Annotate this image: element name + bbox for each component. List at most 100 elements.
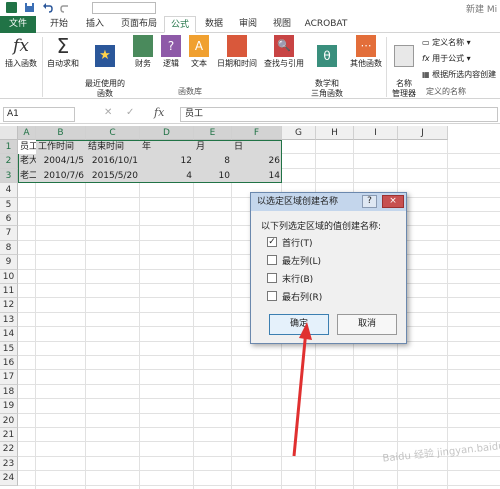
date-time-button[interactable]: 日期和时间 [214, 35, 260, 69]
checkbox-left-column-label[interactable]: 最左列(L) [282, 254, 321, 267]
insert-function-button[interactable]: fx 插入函数 [2, 35, 40, 69]
cancel-icon[interactable]: ✕ [104, 107, 112, 118]
checkbox-right-column[interactable] [267, 291, 277, 301]
row-header-5[interactable]: 5 [0, 197, 18, 212]
cell-e3[interactable]: 10 [194, 169, 232, 183]
name-manager-button[interactable]: 名称 管理器 [388, 35, 420, 99]
checkbox-right-column-label[interactable]: 最右列(R) [282, 290, 322, 303]
row-header-16[interactable]: 16 [0, 356, 18, 371]
row-header-17[interactable]: 17 [0, 370, 18, 385]
cell-d2[interactable]: 12 [140, 154, 194, 168]
row-header-20[interactable]: 20 [0, 413, 18, 428]
name-box[interactable]: A1 [3, 107, 75, 122]
tab-insert[interactable]: 插入 [80, 16, 110, 33]
insert-function-icon[interactable]: fx [154, 106, 164, 119]
autosum-button[interactable]: Σ 自动求和 [44, 35, 82, 69]
checkbox-left-column[interactable] [267, 255, 277, 265]
tab-data[interactable]: 数据 [198, 16, 230, 33]
column-header-a[interactable]: A [18, 126, 36, 140]
row-header-10[interactable]: 10 [0, 269, 18, 284]
row-gridline [18, 383, 500, 385]
cell-f3[interactable]: 14 [232, 169, 282, 183]
recent-functions-button[interactable]: ★ 最近使用的 函数 [82, 35, 128, 99]
select-all-corner[interactable] [0, 126, 18, 140]
logical-button[interactable]: ? 逻辑 [158, 35, 184, 69]
row-header-1[interactable]: 1 [0, 140, 18, 155]
close-button[interactable]: × [382, 195, 404, 208]
checkbox-top-row[interactable]: ✓ [267, 237, 277, 247]
cell-a1[interactable]: 员工 [18, 140, 36, 154]
tab-review[interactable]: 审阅 [232, 16, 264, 33]
divider [42, 37, 43, 97]
row-header-9[interactable]: 9 [0, 255, 18, 270]
create-names-dialog: 以选定区域创建名称 ? × 以下列选定区域的值创建名称: ✓ 首行(T) 最左列… [250, 192, 407, 344]
undo-icon[interactable] [42, 2, 53, 13]
cell-d1[interactable]: 年 [140, 140, 194, 154]
row-header-18[interactable]: 18 [0, 384, 18, 400]
enter-icon[interactable]: ✓ [126, 107, 134, 118]
row-header-14[interactable]: 14 [0, 327, 18, 342]
column-header-j[interactable]: J [398, 126, 448, 140]
tab-home[interactable]: 开始 [40, 16, 78, 33]
financial-button[interactable]: 财务 [130, 35, 156, 69]
row-header-8[interactable]: 8 [0, 240, 18, 256]
column-header-g[interactable]: G [282, 126, 316, 140]
font-box[interactable] [92, 2, 156, 14]
define-name-button[interactable]: ▭ 定义名称 ▾ [422, 37, 471, 48]
tab-page-layout[interactable]: 页面布局 [113, 16, 165, 33]
column-header-f[interactable]: F [232, 126, 282, 140]
row-header-7[interactable]: 7 [0, 226, 18, 241]
cell-c3[interactable]: 2015/5/20 [86, 169, 140, 183]
more-functions-button[interactable]: ⋯ 其他函数 [346, 35, 386, 69]
row-header-6[interactable]: 6 [0, 212, 18, 227]
cell-c2[interactable]: 2016/10/1 [86, 154, 140, 168]
text-button[interactable]: A 文本 [186, 35, 212, 69]
column-header-c[interactable]: C [86, 126, 140, 140]
cell-f2[interactable]: 26 [232, 154, 282, 168]
cell-c1[interactable]: 结束时间 [86, 140, 140, 154]
save-icon[interactable] [24, 2, 35, 13]
excel-logo-icon [6, 2, 17, 13]
create-from-selection-button[interactable]: ▦ 根据所选内容创建 [422, 69, 496, 80]
row-header-19[interactable]: 19 [0, 399, 18, 414]
lookup-reference-button[interactable]: 🔍 查找与引用 [260, 35, 308, 69]
column-header-b[interactable]: B [36, 126, 86, 140]
tab-view[interactable]: 视图 [266, 16, 298, 33]
row-header-3[interactable]: 3 [0, 168, 18, 184]
column-header-h[interactable]: H [316, 126, 354, 140]
cell-b3[interactable]: 2010/7/6 [36, 169, 86, 183]
cell-f1[interactable]: 日 [232, 140, 282, 154]
tab-formulas[interactable]: 公式 [164, 16, 196, 33]
cell-d3[interactable]: 4 [140, 169, 194, 183]
redo-icon[interactable] [60, 2, 71, 13]
tab-file[interactable]: 文件 [0, 16, 36, 33]
use-in-formula-button[interactable]: fx 用于公式 ▾ [422, 53, 471, 64]
cancel-button[interactable]: 取消 [337, 314, 397, 335]
row-header-4[interactable]: 4 [0, 183, 18, 198]
row-header-15[interactable]: 15 [0, 341, 18, 356]
checkbox-bottom-row-label[interactable]: 末行(B) [282, 272, 313, 285]
column-header-i[interactable]: I [354, 126, 398, 140]
help-button[interactable]: ? [362, 195, 377, 208]
cell-a2[interactable]: 老大 [18, 154, 36, 168]
cell-e1[interactable]: 月 [194, 140, 232, 154]
cell-a3[interactable]: 老二 [18, 169, 36, 183]
row-header-13[interactable]: 13 [0, 312, 18, 328]
formula-input[interactable]: 员工 [180, 107, 498, 122]
checkbox-bottom-row[interactable] [267, 273, 277, 283]
column-header-d[interactable]: D [140, 126, 194, 140]
math-trig-button[interactable]: θ 数学和 三角函数 [308, 35, 346, 99]
row-header-2[interactable]: 2 [0, 154, 18, 169]
cell-e2[interactable]: 8 [194, 154, 232, 168]
cell-b2[interactable]: 2004/1/5 [36, 154, 86, 168]
row-header-24[interactable]: 24 [0, 471, 18, 486]
row-header-11[interactable]: 11 [0, 284, 18, 299]
row-header-21[interactable]: 21 [0, 428, 18, 443]
row-header-23[interactable]: 23 [0, 456, 18, 472]
tab-acrobat[interactable]: ACROBAT [300, 16, 352, 33]
row-header-12[interactable]: 12 [0, 298, 18, 313]
cell-b1[interactable]: 工作时间 [36, 140, 86, 154]
row-header-22[interactable]: 22 [0, 442, 18, 457]
column-header-e[interactable]: E [194, 126, 232, 140]
checkbox-top-row-label[interactable]: 首行(T) [282, 236, 313, 249]
